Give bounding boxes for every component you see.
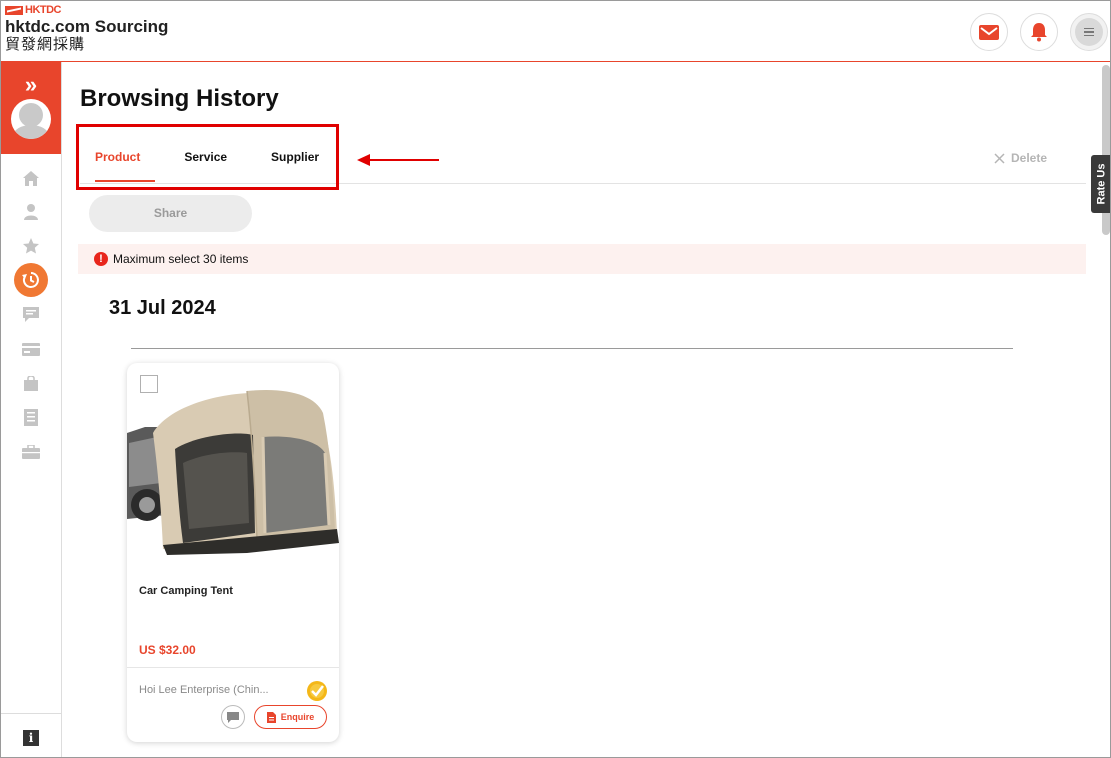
sidebar-item-documents[interactable] (21, 407, 41, 427)
home-icon (23, 170, 39, 186)
hktdc-logo[interactable]: HKTDC hktdc.com Sourcing 貿發網採購 (5, 4, 168, 53)
sidebar-item-orders[interactable] (21, 373, 41, 393)
message-icon (23, 306, 39, 322)
avatar[interactable] (11, 99, 51, 139)
sidebar-item-business[interactable] (21, 442, 41, 462)
verified-supplier-badge-icon (307, 681, 327, 701)
sidebar-item-home[interactable] (21, 168, 41, 188)
rate-us-tab[interactable]: Rate Us (1091, 155, 1110, 213)
sidebar-item-messages[interactable] (21, 304, 41, 324)
product-name[interactable]: Car Camping Tent (139, 585, 233, 597)
enquire-button[interactable]: Enquire (254, 705, 327, 729)
sidebar-item-favourites[interactable] (21, 236, 41, 256)
date-divider (131, 348, 1013, 349)
logo-chinese-title: 貿發網採購 (5, 36, 86, 53)
app-window: HKTDC hktdc.com Sourcing 貿發網採購 » i Brows… (0, 0, 1111, 758)
chat-icon (227, 711, 239, 723)
briefcase-icon (22, 445, 40, 459)
card-divider (127, 667, 339, 668)
document-icon (266, 711, 276, 723)
product-select-checkbox[interactable] (140, 375, 158, 393)
annotation-arrow-icon (357, 154, 439, 166)
double-chevron-right-icon[interactable]: » (1, 74, 61, 96)
chat-button[interactable] (221, 705, 245, 729)
logo-title: hktdc.com Sourcing (5, 17, 169, 36)
card-icon (22, 342, 40, 356)
mail-icon (979, 24, 999, 40)
history-icon (22, 272, 39, 288)
warning-icon: ! (94, 252, 108, 266)
hamburger-menu-icon (1075, 18, 1103, 46)
delete-button[interactable]: Delete (994, 151, 1047, 165)
notice-text: Maximum select 30 items (113, 252, 249, 266)
user-icon (24, 204, 38, 220)
close-icon (994, 152, 1005, 164)
sidebar-item-profile[interactable] (21, 202, 41, 222)
page-title: Browsing History (80, 85, 279, 112)
delete-label: Delete (1011, 151, 1048, 165)
hktdc-flag-icon (5, 5, 23, 15)
logo-mark-text: HKTDC (25, 4, 62, 16)
sidebar: » i (1, 62, 62, 757)
info-icon[interactable]: i (23, 730, 39, 746)
product-price: US $32.00 (139, 643, 196, 657)
sidebar-item-browsing-history[interactable] (14, 263, 48, 297)
rate-us-label: Rate Us (1095, 163, 1108, 205)
sidebar-footer: i (1, 713, 61, 757)
document-list-icon (24, 408, 38, 426)
enquire-label: Enquire (280, 712, 315, 722)
share-button[interactable]: Share (89, 195, 252, 232)
date-heading: 31 Jul 2024 (109, 297, 216, 319)
bell-icon (1031, 23, 1047, 42)
product-image[interactable] (127, 383, 339, 558)
sidebar-profile-block: » (1, 62, 61, 154)
star-icon (23, 238, 39, 254)
product-card[interactable]: Car Camping Tent US $32.00 Hoi Lee Enter… (127, 363, 339, 742)
sidebar-item-cards[interactable] (21, 339, 41, 359)
annotation-highlight-box (76, 124, 339, 190)
top-header: HKTDC hktdc.com Sourcing 貿發網採購 (1, 1, 1110, 62)
supplier-name[interactable]: Hoi Lee Enterprise (Chin... (139, 684, 274, 696)
max-select-notice: ! Maximum select 30 items (78, 244, 1086, 274)
main-menu-button[interactable] (1070, 13, 1108, 51)
shopping-bag-icon (24, 375, 38, 391)
notification-button[interactable] (1020, 13, 1058, 51)
mail-button[interactable] (970, 13, 1008, 51)
